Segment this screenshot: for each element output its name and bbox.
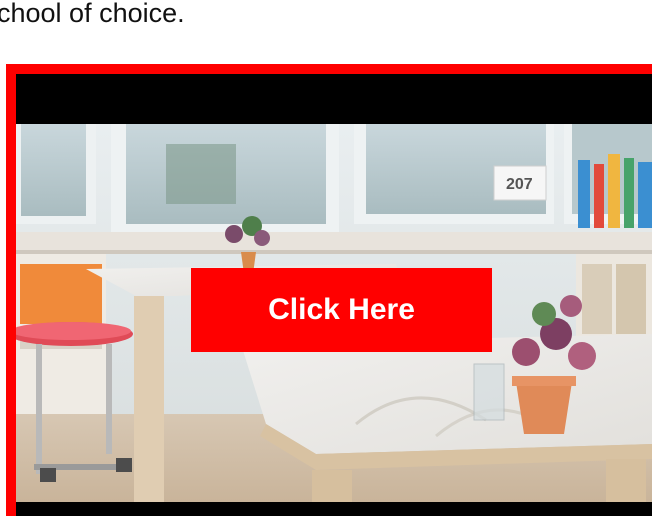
video-player[interactable]: 207 Click Here [16, 74, 652, 516]
click-here-button[interactable]: Click Here [191, 268, 492, 352]
video-frame[interactable]: 207 Click Here [6, 64, 652, 516]
letterbox-bottom [16, 502, 652, 516]
svg-text:207: 207 [506, 176, 533, 193]
intro-paragraph: chool of choice. [0, 0, 652, 40]
letterbox-top [16, 74, 652, 124]
intro-text: chool of choice. [0, 0, 185, 28]
